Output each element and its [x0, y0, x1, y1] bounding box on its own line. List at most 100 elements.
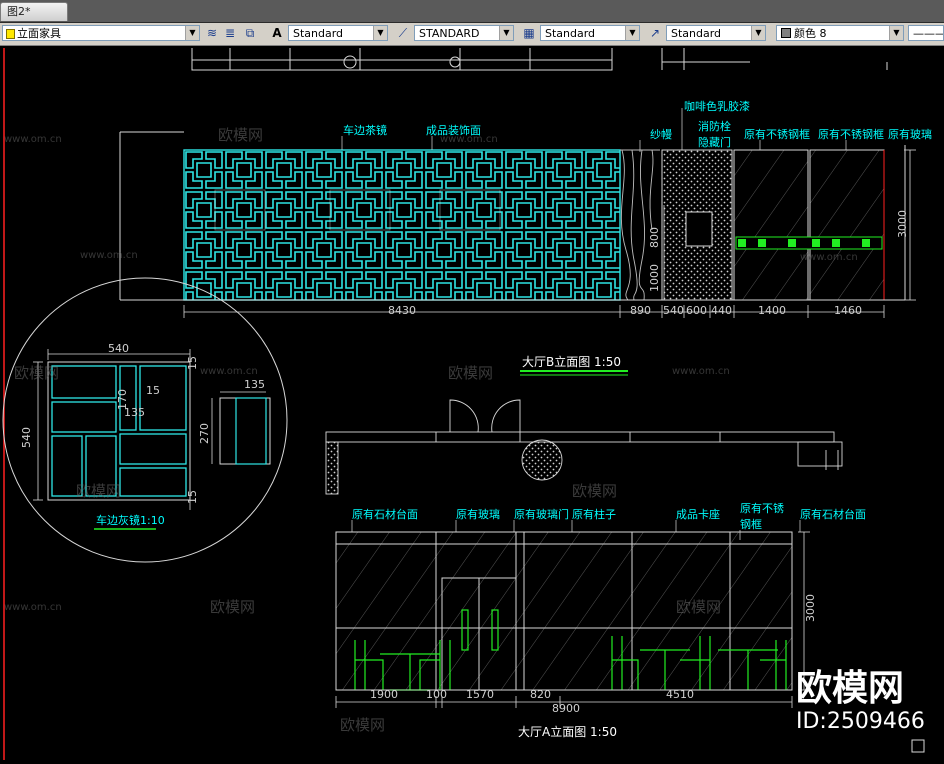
label-stone-2: 原有石材台面 [800, 507, 866, 521]
label-glass: 原有玻璃 [888, 127, 932, 141]
watermark-text: 欧模网 [210, 598, 255, 616]
plan-strip [325, 399, 843, 495]
ucs-icon [911, 739, 925, 753]
text-style-value: Standard [293, 27, 344, 40]
dim-1900: 1900 [370, 688, 398, 701]
detail-dim-540-top: 540 [108, 342, 129, 355]
watermark-text: 欧模网 [676, 598, 721, 616]
detail-dim-15-a: 15 [146, 384, 160, 397]
watermark-site: www.om.cn [200, 366, 258, 377]
watermark-text: 欧模网 [340, 716, 385, 734]
dim-a-height-3000: 3000 [804, 594, 817, 622]
watermark-site: www.om.cn [80, 250, 138, 261]
dim-1460: 1460 [834, 304, 862, 317]
watermark-text: 欧模网 [448, 364, 493, 382]
chevron-down-icon: ▼ [499, 26, 513, 40]
label-fire-hydrant: 消防栓 [698, 119, 731, 133]
linetype-value: ——— [913, 27, 944, 40]
watermark-text: 欧模网 [76, 482, 121, 500]
model-space-canvas[interactable]: 车边茶镜 成品装饰面 纱幔 咖啡色乳胶漆 消防栓 隐藏门 原有不锈钢框 原有不锈… [0, 10, 944, 760]
watermark-text: 欧模网 [572, 482, 617, 500]
chevron-down-icon: ▼ [373, 26, 387, 40]
label-latex: 咖啡色乳胶漆 [684, 99, 750, 113]
dim-1570: 1570 [466, 688, 494, 701]
dim-820: 820 [530, 688, 551, 701]
chevron-down-icon: ▼ [751, 26, 765, 40]
dim-100: 100 [426, 688, 447, 701]
dim-height-3000: 3000 [896, 210, 909, 238]
detail-dim-15-c: 15 [186, 490, 199, 504]
chevron-down-icon: ▼ [185, 26, 199, 40]
detail-dim-135-side: 135 [244, 378, 265, 391]
multileader-style-icon[interactable]: ↗ [646, 25, 664, 42]
layer-value: 立面家具 [17, 27, 61, 40]
label-steel-frame-2: 原有不锈钢框 [818, 127, 884, 141]
color-dropdown[interactable]: 颜色 8 ▼ [776, 25, 904, 41]
watermark-site: www.om.cn [672, 366, 730, 377]
multileader-style-value: Standard [671, 27, 722, 40]
watermark-text: 欧模网 [218, 126, 263, 144]
dimension-style-value: STANDARD [419, 27, 480, 40]
label-column: 原有柱子 [572, 507, 616, 521]
chevron-down-icon: ▼ [625, 26, 639, 40]
watermark-site: www.om.cn [4, 602, 62, 613]
text-style-dropdown[interactable]: Standard ▼ [288, 25, 388, 41]
layer-previous-icon[interactable]: ≣ [221, 25, 239, 42]
title-detail: 车边灰镜1:10 [96, 513, 165, 527]
brand-watermark: 欧模网 ID:2509466 [796, 668, 925, 734]
dimension-style-dropdown[interactable]: STANDARD ▼ [414, 25, 514, 41]
table-style-value: Standard [545, 27, 596, 40]
label-stone-1: 原有石材台面 [352, 507, 418, 521]
cad-drawing: 车边茶镜 成品装饰面 纱幔 咖啡色乳胶漆 消防栓 隐藏门 原有不锈钢框 原有不锈… [2, 10, 932, 760]
linetype-dropdown[interactable]: ——— [908, 25, 944, 41]
dimension-style-icon[interactable]: ⟋ [394, 25, 412, 42]
drawing-tab[interactable]: 图2* [0, 2, 68, 21]
watermark-site: www.om.cn [4, 134, 62, 145]
brand-name: 欧模网 [796, 668, 904, 709]
dim-height-1000: 1000 [648, 264, 661, 292]
title-elevation-b: 大厅B立面图 1:50 [522, 354, 621, 369]
table-style-icon[interactable]: ▦ [520, 25, 538, 42]
detail-dim-135-a: 135 [124, 406, 145, 419]
text-style-icon[interactable]: A [268, 25, 286, 42]
dim-600: 600 [686, 304, 707, 317]
dim-height-800: 800 [648, 227, 661, 248]
detail-dim-15-b: 15 [186, 356, 199, 370]
label-glass-a: 原有玻璃 [456, 507, 500, 521]
dim-890: 890 [630, 304, 651, 317]
dim-540: 540 [663, 304, 684, 317]
dim-8900: 8900 [552, 702, 580, 715]
label-hidden-door: 隐藏门 [698, 135, 731, 149]
color-value: 颜色 8 [794, 27, 827, 40]
make-layer-current-icon[interactable]: ≋ [203, 25, 221, 42]
multileader-style-dropdown[interactable]: Standard ▼ [666, 25, 766, 41]
layer-bulb-icon [6, 29, 15, 39]
label-mirror: 车边茶镜 [343, 123, 387, 137]
watermark-site: www.om.cn [800, 252, 858, 263]
label-steel-frame-1: 原有不锈钢框 [744, 127, 810, 141]
label-glass-door: 原有玻璃门 [514, 507, 569, 521]
watermark-text: 欧模网 [14, 364, 59, 382]
document-tab-bar: 图2* [0, 0, 944, 23]
brand-id: ID:2509466 [796, 709, 925, 734]
detail-dim-540-left: 540 [20, 427, 33, 448]
layer-dropdown[interactable]: 立面家具 ▼ [2, 25, 200, 41]
drawing-tab-label: 图2* [7, 5, 31, 18]
dim-8430: 8430 [388, 304, 416, 317]
chevron-down-icon: ▼ [889, 26, 903, 40]
dim-440: 440 [711, 304, 732, 317]
layer-state-icon[interactable]: ⧉ [241, 25, 259, 42]
elevation-a: 原有石材台面 原有玻璃 原有玻璃门 原有柱子 成品卡座 原有不锈 钢框 原有石材… [335, 501, 866, 739]
color-swatch-icon [781, 28, 791, 38]
table-style-dropdown[interactable]: Standard ▼ [540, 25, 640, 41]
label-gauze: 纱幔 [650, 128, 672, 141]
dim-1400: 1400 [758, 304, 786, 317]
label-booth: 成品卡座 [676, 507, 720, 521]
label-steel-a-1: 原有不锈 [740, 501, 784, 515]
title-elevation-a: 大厅A立面图 1:50 [518, 724, 617, 739]
properties-toolbar: 立面家具 ▼ ≋ ≣ ⧉ A Standard ▼ ⟋ STANDARD ▼ ▦… [0, 23, 944, 46]
dim-4510: 4510 [666, 688, 694, 701]
detail-dim-270-side: 270 [198, 423, 211, 444]
watermark-site: www.om.cn [440, 134, 498, 145]
mirror-detail: 540 540 170 15 135 15 15 135 270 车边灰镜1:1… [2, 277, 288, 563]
